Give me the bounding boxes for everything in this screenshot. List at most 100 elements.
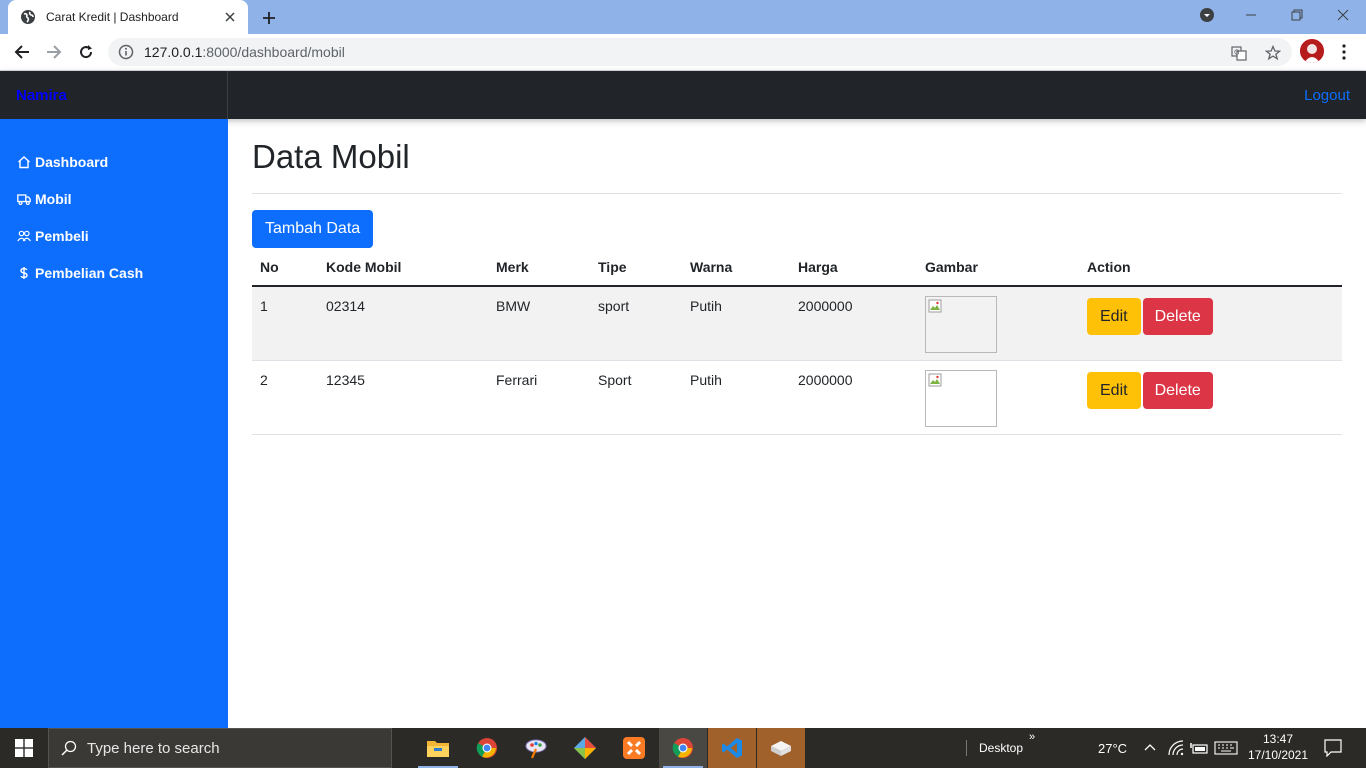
browser-tabstrip: Carat Kredit | Dashboard (0, 0, 1366, 34)
mobil-table: No Kode Mobil Merk Tipe Warna Harga Gamb… (252, 248, 1342, 435)
browser-tab[interactable]: Carat Kredit | Dashboard (8, 0, 248, 34)
delete-button[interactable]: Delete (1142, 371, 1213, 409)
page-title: Data Mobil (252, 138, 410, 175)
xampp-icon[interactable] (610, 728, 658, 768)
forward-arrow-icon[interactable] (41, 39, 67, 65)
battery-icon[interactable] (1190, 740, 1208, 761)
home-icon (17, 155, 31, 169)
sublime-text-icon[interactable] (757, 728, 805, 768)
car-image (925, 296, 997, 353)
search-placeholder: Type here to search (87, 739, 220, 757)
sidebar-item-label: Mobil (35, 190, 72, 207)
profile-avatar[interactable] (1300, 39, 1324, 63)
address-bar[interactable]: 127.0.0.1:8000/dashboard/mobil G (108, 38, 1292, 66)
close-window-icon[interactable] (1320, 0, 1366, 30)
close-tab-icon[interactable] (222, 9, 238, 25)
paint-icon[interactable] (512, 728, 560, 768)
notification-icon[interactable] (1324, 739, 1342, 762)
desktop-toolbar-label[interactable]: Desktop (979, 741, 1023, 755)
clock-time: 13:47 (1262, 732, 1294, 746)
people-icon (17, 229, 31, 243)
top-navbar: Namira Logout (0, 71, 1366, 119)
vscode-icon[interactable] (708, 728, 756, 768)
url-host: 127.0.0.1 (144, 44, 203, 60)
tab-search-button[interactable] (1184, 0, 1230, 30)
cell-tipe: Sport (590, 360, 682, 435)
browser-menu-icon[interactable] (1334, 40, 1354, 64)
chevron-up-icon[interactable] (1143, 741, 1157, 760)
table-row: 1 02314 BMW sport Putih 2000000 Edit Dele… (252, 286, 1342, 361)
info-icon[interactable] (118, 44, 134, 60)
column-header: Warna (682, 248, 790, 287)
keyboard-icon[interactable] (1214, 740, 1238, 761)
sidebar-item-label: Pembelian Cash (35, 264, 144, 281)
git-tool-icon[interactable] (561, 728, 609, 768)
url-path: :8000/dashboard/mobil (202, 44, 345, 60)
new-tab-button[interactable] (258, 7, 280, 29)
edit-button[interactable]: Edit (1087, 371, 1141, 409)
edit-button[interactable]: Edit (1087, 298, 1141, 335)
truck-icon (17, 192, 31, 206)
url-text: 127.0.0.1:8000/dashboard/mobil (144, 44, 345, 60)
broken-image-icon (928, 373, 942, 386)
delete-button[interactable]: Delete (1142, 298, 1213, 335)
browser-toolbar: 127.0.0.1:8000/dashboard/mobil G (0, 34, 1366, 71)
sidebar-item-mobil[interactable]: Mobil (0, 180, 228, 217)
column-header: Kode Mobil (318, 248, 488, 287)
clock-date: 17/10/2021 (1247, 748, 1309, 762)
weather-temperature[interactable]: 27°C (1098, 741, 1127, 756)
sidebar-item-pembelian-cash[interactable]: Pembelian Cash (0, 254, 228, 291)
reload-icon[interactable] (73, 39, 99, 65)
column-header: No (252, 248, 318, 287)
cell-gambar (917, 286, 1079, 361)
cell-harga: 2000000 (790, 286, 917, 361)
wifi-icon[interactable] (1168, 740, 1184, 761)
main-content: Data Mobil Tambah Data No Kode Mobil Mer… (252, 119, 1342, 435)
cell-action: Edit Delete (1079, 360, 1342, 435)
cell-merk: Ferrari (488, 360, 590, 435)
taskbar-clock[interactable]: 13:47 17/10/2021 (1240, 731, 1316, 763)
tray-divider (966, 740, 967, 756)
back-arrow-icon[interactable] (9, 39, 35, 65)
cell-merk: BMW (488, 286, 590, 361)
web-page: Namira Logout Dashboard Mobil Pembeli Pe… (0, 71, 1366, 728)
column-header: Gambar (917, 248, 1079, 287)
taskbar: Type here to search Desktop » 27°C 13:47… (0, 728, 1366, 768)
translate-icon[interactable]: G (1230, 44, 1248, 62)
star-icon[interactable] (1264, 44, 1282, 62)
cell-no: 2 (252, 360, 318, 435)
file-explorer-icon[interactable] (414, 728, 462, 768)
cell-no: 1 (252, 286, 318, 361)
cell-kode: 02314 (318, 286, 488, 361)
sidebar-item-pembeli[interactable]: Pembeli (0, 217, 228, 254)
sidebar: Dashboard Mobil Pembeli Pembelian Cash (0, 119, 228, 728)
car-image (925, 369, 997, 427)
navbar-brand[interactable]: Namira (0, 71, 228, 119)
divider (252, 193, 1342, 194)
chrome-active-icon[interactable] (659, 728, 707, 768)
sidebar-item-dashboard[interactable]: Dashboard (0, 143, 228, 180)
globe-icon (20, 9, 36, 25)
toolbar-overflow-chevron[interactable]: » (1029, 731, 1035, 743)
cell-action: Edit Delete (1079, 286, 1342, 361)
logout-link[interactable]: Logout (1304, 71, 1350, 119)
broken-image-icon (928, 299, 942, 313)
dollar-icon (17, 266, 31, 280)
column-header: Action (1079, 248, 1342, 287)
restore-icon[interactable] (1274, 0, 1320, 30)
add-data-button[interactable]: Tambah Data (252, 210, 374, 248)
cell-gambar (917, 360, 1079, 435)
svg-text:G: G (1234, 49, 1239, 57)
cell-warna: Putih (682, 360, 790, 435)
column-header: Tipe (590, 248, 682, 287)
windows-start-icon[interactable] (0, 728, 48, 768)
sidebar-item-label: Pembeli (35, 227, 89, 244)
chrome-icon[interactable] (463, 728, 511, 768)
taskbar-search-box[interactable]: Type here to search (48, 728, 392, 768)
cell-harga: 2000000 (790, 360, 917, 435)
minimize-icon[interactable] (1228, 0, 1274, 30)
cell-tipe: sport (590, 286, 682, 361)
table-header-row: No Kode Mobil Merk Tipe Warna Harga Gamb… (252, 248, 1342, 287)
table-row: 2 12345 Ferrari Sport Putih 2000000 Edit… (252, 360, 1342, 435)
search-icon (61, 740, 77, 756)
